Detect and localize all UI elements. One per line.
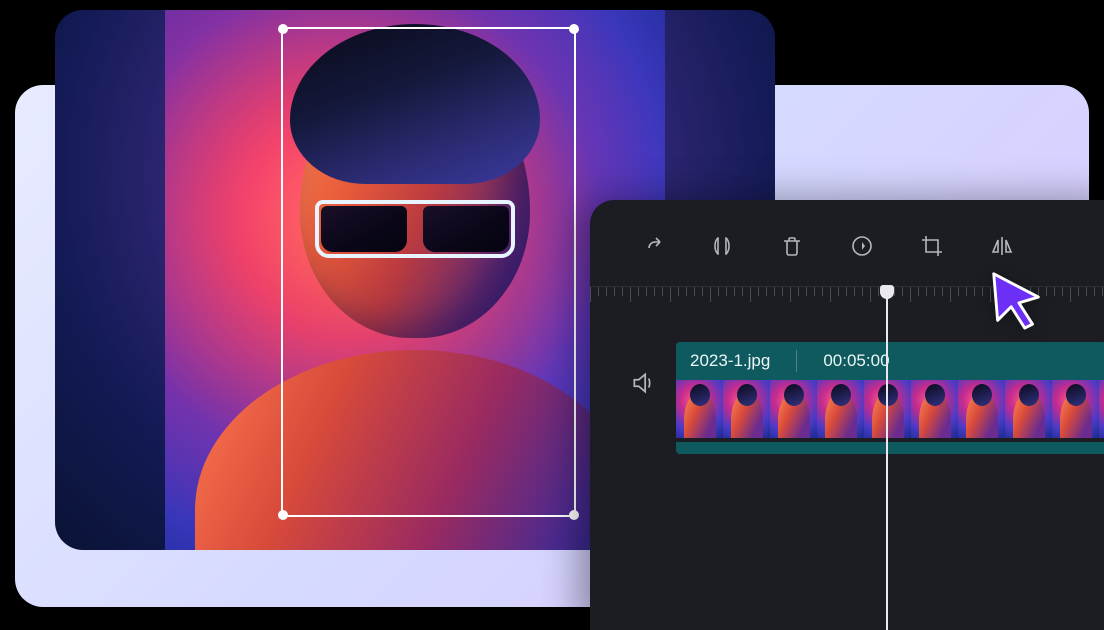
- timeline-panel: 2023-1.jpg 00:05:00: [590, 200, 1104, 630]
- crop-handle-top-left[interactable]: [278, 24, 288, 34]
- clip-thumbnail: [1052, 380, 1099, 438]
- clip-filename: 2023-1.jpg: [690, 351, 770, 371]
- rotate-icon[interactable]: [850, 234, 874, 258]
- redo-icon[interactable]: [640, 234, 664, 258]
- clip-audio-track[interactable]: [676, 442, 1104, 454]
- pointer-cursor-icon: [986, 268, 1048, 335]
- clip-timecode: 00:05:00: [823, 351, 889, 371]
- crop-handle-bottom-right[interactable]: [569, 510, 579, 520]
- clip-thumbnails: [676, 380, 1104, 438]
- delete-icon[interactable]: [780, 234, 804, 258]
- crop-handle-top-right[interactable]: [569, 24, 579, 34]
- clip-thumbnail: [958, 380, 1005, 438]
- crop-handle-bottom-left[interactable]: [278, 510, 288, 520]
- clip-thumbnail: [770, 380, 817, 438]
- speaker-icon[interactable]: [630, 370, 656, 396]
- clip-header: 2023-1.jpg 00:05:00: [676, 342, 1104, 380]
- crop-icon[interactable]: [920, 234, 944, 258]
- split-icon[interactable]: [710, 234, 734, 258]
- flip-icon[interactable]: [990, 234, 1014, 258]
- timeline-clip[interactable]: 2023-1.jpg 00:05:00: [676, 342, 1104, 454]
- clip-thumbnail: [911, 380, 958, 438]
- clip-header-separator: [796, 350, 797, 372]
- track-area: 2023-1.jpg 00:05:00: [590, 324, 1104, 454]
- clip-thumbnail: [817, 380, 864, 438]
- clip-thumbnail: [723, 380, 770, 438]
- clip-thumbnail: [676, 380, 723, 438]
- playhead[interactable]: [886, 287, 888, 630]
- clip-thumbnail: [1005, 380, 1052, 438]
- clip-thumbnail: [1099, 380, 1104, 438]
